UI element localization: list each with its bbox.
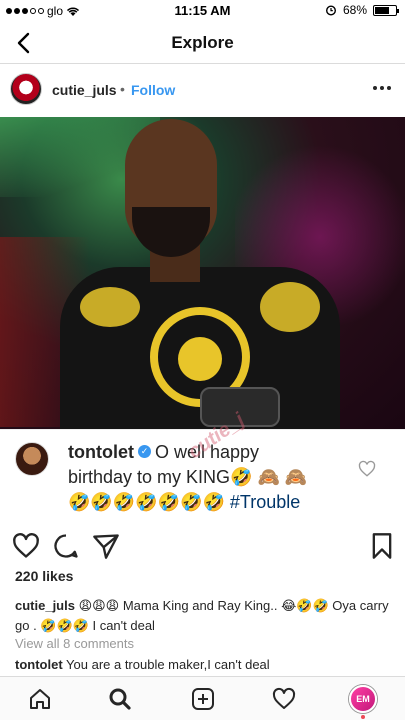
tab-new-post[interactable] (189, 685, 217, 713)
card-emoji: 🤣🤣🤣🤣🤣🤣🤣 (68, 492, 230, 512)
tab-home[interactable] (26, 685, 54, 713)
card-avatar (15, 442, 49, 476)
post-username[interactable]: cutie_juls (52, 82, 117, 98)
chevron-left-icon (17, 32, 30, 54)
battery-percent: 68% (342, 3, 367, 17)
view-all-comments-link[interactable]: View all 8 comments (15, 636, 134, 651)
heart-icon (272, 687, 296, 709)
comment-icon[interactable] (52, 532, 80, 560)
card-text-line1: O well happy (155, 442, 260, 462)
post-photo[interactable] (0, 117, 405, 429)
bookmark-icon[interactable] (368, 532, 396, 560)
post-actions (0, 528, 405, 562)
heart-icon (358, 460, 376, 477)
follow-button[interactable]: Follow (131, 82, 175, 98)
tab-profile[interactable]: EM (349, 685, 377, 713)
alarm-icon (325, 5, 336, 16)
add-post-icon (192, 688, 214, 710)
card-text-line2: birthday to my KING🤣 🙈 🙈 (68, 467, 308, 487)
avatar[interactable] (10, 73, 42, 105)
comment-username[interactable]: tontolet (15, 657, 63, 672)
tab-search[interactable] (106, 685, 134, 713)
more-options-button[interactable] (373, 86, 391, 90)
battery-icon (373, 4, 399, 16)
like-heart-icon[interactable] (12, 532, 40, 560)
back-button[interactable] (10, 30, 36, 56)
comment-text: You are a trouble maker,I can't deal (62, 657, 270, 672)
hashtag: #Trouble (229, 492, 301, 512)
caption-username[interactable]: cutie_juls (15, 598, 75, 613)
comment-preview: tontolet You are a trouble maker,I can't… (15, 657, 270, 672)
page-title: Explore (171, 32, 234, 52)
card-username: tontolet (68, 442, 134, 462)
search-icon (109, 688, 131, 710)
nav-bar: Explore (0, 22, 405, 64)
status-bar: glo 11:15 AM 68% (0, 0, 405, 22)
separator: • (120, 81, 125, 97)
home-icon (30, 689, 50, 709)
card-text-line3: 🤣🤣🤣🤣🤣🤣🤣 #Trouble (68, 492, 300, 513)
post-header: cutie_juls • Follow (0, 64, 405, 116)
tab-bar: EM (0, 676, 405, 720)
likes-count[interactable]: 220 likes (15, 568, 73, 584)
comment-card: tontolet ✓ O well happy birthday to my K… (0, 429, 405, 519)
share-icon[interactable] (92, 532, 120, 560)
notification-dot (361, 715, 365, 719)
tab-activity[interactable] (270, 685, 298, 713)
status-right: 68% (325, 3, 399, 17)
caption: cutie_juls 😩😩😩 Mama King and Ray King.. … (15, 596, 395, 636)
battery-fill (375, 6, 389, 14)
verified-icon: ✓ (138, 445, 151, 458)
